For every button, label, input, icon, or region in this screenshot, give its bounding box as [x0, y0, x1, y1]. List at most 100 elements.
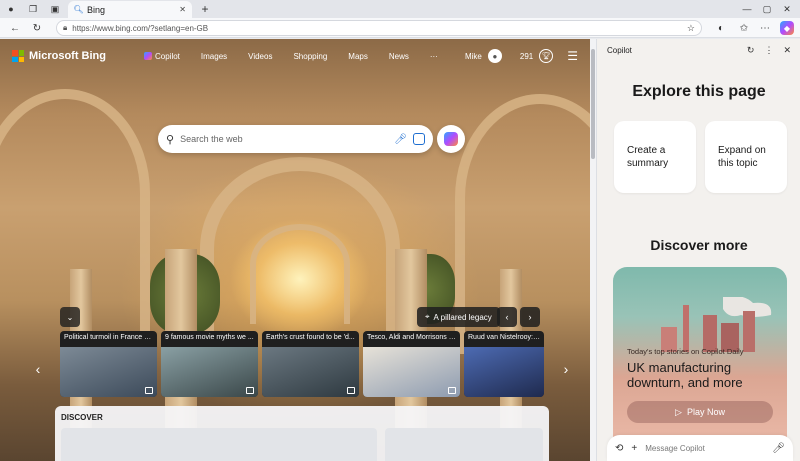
play-icon: ▷ [675, 406, 682, 417]
suggestion-label: Expand on this topic [718, 145, 766, 169]
news-title: Political turmoil in France s... [64, 334, 154, 341]
nav-news[interactable]: News [389, 52, 409, 61]
copilot-composer: ⟲ + 🎤︎ [607, 435, 793, 461]
news-card[interactable]: Political turmoil in France s... [60, 331, 157, 397]
favorite-star-icon[interactable]: ☆ [687, 23, 695, 34]
collapse-feed-icon[interactable]: ⌄ [60, 307, 80, 327]
image-controls: ⌄ ⌖ A pillared legacy ‹ › [60, 307, 542, 327]
search-box: ⚲ 🎤︎ [158, 125, 433, 153]
message-input[interactable] [645, 443, 765, 453]
factory-illustration [661, 297, 772, 352]
tab-actions-icon[interactable]: ▣ [48, 2, 62, 16]
nav-videos[interactable]: Videos [248, 52, 272, 61]
refresh-icon[interactable]: ↻ [30, 21, 44, 35]
news-thumbnail [262, 347, 359, 397]
restore-icon[interactable]: ▢ [760, 2, 774, 16]
bing-favicon-icon: 🔍︎ [73, 5, 84, 14]
copilot-daily-card[interactable]: Today's top stories on Copilot Daily UK … [613, 267, 787, 461]
rewards-trophy-icon[interactable]: 🏆︎ [539, 49, 554, 63]
workspaces-icon[interactable]: ❐ [26, 2, 40, 16]
discover-tile[interactable] [61, 428, 377, 461]
video-badge-icon [448, 387, 456, 394]
user-name[interactable]: Mike [465, 52, 482, 61]
add-icon[interactable]: + [631, 443, 637, 454]
search-icon: ⚲ [166, 133, 175, 146]
news-card[interactable]: Earth's crust found to be 'd... [262, 331, 359, 397]
news-card[interactable]: Tesco, Aldi and Morrisons f... [363, 331, 460, 397]
news-title: Ruud van Nistelrooy: r... [468, 334, 543, 341]
discover-section: DISCOVER [55, 406, 549, 461]
news-prev-icon[interactable]: ‹ [30, 359, 46, 379]
tab-title: Bing [87, 4, 106, 15]
tab-bing[interactable]: 🔍︎ Bing ✕ [68, 1, 192, 18]
news-next-icon[interactable]: › [558, 359, 574, 379]
copilot-icon [144, 51, 152, 60]
address-bar[interactable]: 🔒︎ https://www.bing.com/?setlang=en-GB ☆ [56, 20, 702, 36]
news-title: 9 famous movie myths we ... [165, 334, 254, 341]
next-image-icon[interactable]: › [520, 307, 540, 327]
extensions-icon[interactable]: ◐ [714, 21, 728, 35]
nav-maps[interactable]: Maps [348, 52, 368, 61]
close-tab-icon[interactable]: ✕ [179, 5, 186, 14]
news-card[interactable]: 9 famous movie myths we ... [161, 331, 258, 397]
discover-label: DISCOVER [61, 413, 103, 422]
suggestion-create-summary[interactable]: Create a summary [614, 121, 696, 193]
visual-search-icon[interactable] [413, 133, 425, 145]
favorites-icon[interactable]: ✩ [737, 21, 751, 35]
video-badge-icon [246, 387, 254, 394]
more-icon[interactable]: ⋯ [758, 21, 772, 35]
copilot-toolbar-icon[interactable]: ◆ [780, 21, 794, 35]
news-thumbnail [60, 347, 157, 397]
avatar-icon[interactable]: ● [487, 49, 502, 63]
profile-icon[interactable]: ● [4, 2, 18, 16]
story-kicker: Today's top stories on Copilot Daily [627, 347, 744, 356]
more-options-icon[interactable]: ⋮ [764, 45, 773, 56]
voice-search-icon[interactable]: 🎤︎ [394, 134, 407, 145]
explore-title: Explore this page [632, 83, 766, 100]
discover-more-title: Discover more [650, 237, 748, 253]
copilot-search-button[interactable] [437, 125, 465, 153]
news-card[interactable]: Ruud van Nistelrooy: r... [464, 331, 544, 397]
previous-image-icon[interactable]: ‹ [497, 307, 517, 327]
copilot-icon [444, 132, 458, 146]
nav-more[interactable]: ··· [430, 52, 438, 61]
discover-tile[interactable] [385, 428, 543, 461]
back-icon[interactable]: ← [8, 21, 22, 35]
nav-shopping[interactable]: Shopping [293, 52, 327, 61]
microphone-icon[interactable]: 🎤︎ [772, 443, 785, 454]
suggestion-label: Create a summary [627, 145, 669, 169]
nav-copilot[interactable]: Copilot [144, 51, 180, 61]
chimney [683, 305, 689, 352]
location-pin-icon: ⌖ [425, 312, 430, 321]
nav-images[interactable]: Images [201, 52, 227, 61]
scrollbar-thumb[interactable] [591, 49, 595, 159]
bing-logo[interactable]: Microsoft Bing [12, 50, 106, 62]
refresh-icon[interactable]: ↻ [747, 45, 755, 56]
tab-bar: ● ❐ ▣ 🔍︎ Bing ✕ + — ▢ ✕ [0, 0, 800, 18]
story-headline: UK manufacturing downturn, and more [627, 360, 743, 390]
play-now-button[interactable]: ▷ Play Now [627, 401, 773, 423]
browser-toolbar: ← ↻ 🔒︎ https://www.bing.com/?setlang=en-… [0, 18, 800, 38]
image-info-pill[interactable]: ⌖ A pillared legacy [417, 307, 500, 327]
building [743, 311, 755, 352]
sidebar-header: Copilot ↻ ⋮ ✕ [597, 39, 800, 61]
hamburger-menu-icon[interactable]: ☰ [567, 49, 578, 63]
rewards-points[interactable]: 291 [520, 52, 533, 61]
close-window-icon[interactable]: ✕ [780, 2, 794, 16]
bing-logo-text: Microsoft Bing [29, 50, 106, 62]
microsoft-logo-icon [12, 50, 24, 62]
minimize-icon[interactable]: — [740, 2, 754, 16]
history-icon[interactable]: ⟲ [615, 443, 623, 454]
video-badge-icon [347, 387, 355, 394]
news-title: Tesco, Aldi and Morrisons f... [367, 334, 457, 341]
suggestion-expand-topic[interactable]: Expand on this topic [705, 121, 787, 193]
new-tab-button[interactable]: + [198, 2, 212, 16]
bing-homepage: Microsoft Bing Copilot Images Videos Sho… [0, 39, 590, 461]
close-icon[interactable]: ✕ [783, 45, 791, 56]
play-label: Play Now [686, 407, 725, 417]
bing-nav: Copilot Images Videos Shopping Maps News… [144, 51, 459, 61]
copilot-sidebar: Copilot ↻ ⋮ ✕ Explore this page Create a… [596, 39, 800, 461]
search-input[interactable] [180, 134, 389, 144]
news-thumbnail [464, 347, 544, 397]
url-text: https://www.bing.com/?setlang=en-GB [72, 23, 209, 33]
